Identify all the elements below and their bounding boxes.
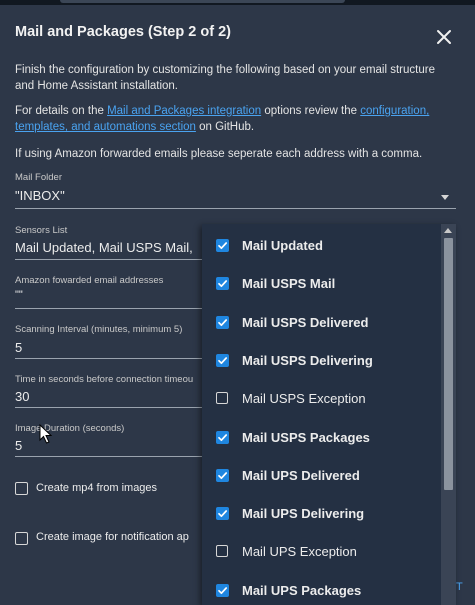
create-mp4-checkbox[interactable] <box>15 482 28 495</box>
scanning-interval-input[interactable]: 5 <box>15 340 201 355</box>
sensor-option-label: Mail USPS Delivered <box>242 314 369 330</box>
sensor-option[interactable]: Mail UPS Delivered <box>202 458 440 496</box>
sensor-option[interactable]: Mail USPS Delivered <box>202 305 440 343</box>
details-middle: options review the <box>261 105 361 117</box>
checkbox-checked-icon[interactable] <box>216 315 229 329</box>
chevron-down-icon[interactable] <box>441 195 449 200</box>
amazon-addresses-input[interactable]: "" <box>15 289 201 301</box>
sensors-list-label: Sensors List <box>15 225 68 236</box>
sensor-option-label: Mail Updated <box>242 238 323 253</box>
checkbox-checked-icon[interactable] <box>216 468 229 482</box>
checkbox-unchecked-icon[interactable] <box>216 392 228 405</box>
scanning-interval-label: Scanning Interval (minutes, minimum 5) <box>15 324 183 335</box>
dialog-title: Mail and Packages (Step 2 of 2) <box>15 24 231 40</box>
scanning-interval-underline <box>15 358 202 359</box>
sensor-option-label: Mail UPS Delivering <box>242 506 365 522</box>
sensor-option[interactable]: Mail USPS Mail <box>202 266 440 304</box>
sensor-option[interactable]: Mail UPS Packages <box>202 573 440 605</box>
checkbox-checked-icon[interactable] <box>216 353 229 367</box>
sensors-list-underline <box>15 259 202 260</box>
close-icon <box>437 30 451 44</box>
close-button[interactable] <box>432 25 456 49</box>
sensor-option[interactable]: Mail USPS Delivering <box>202 343 440 381</box>
amazon-addresses-underline <box>15 308 202 309</box>
checkbox-checked-icon[interactable] <box>216 507 229 521</box>
scroll-up-arrow-icon[interactable] <box>444 228 452 233</box>
sensor-option-label: Mail USPS Delivering <box>242 352 373 368</box>
create-image-notification-checkbox[interactable] <box>15 532 28 545</box>
checkbox-checked-icon[interactable] <box>216 583 229 597</box>
checkbox-unchecked-icon[interactable] <box>216 545 228 558</box>
sensor-option[interactable]: Mail USPS Packages <box>202 420 440 458</box>
sensor-option-label: Mail UPS Delivered <box>242 467 360 483</box>
scrollbar-thumb[interactable] <box>444 238 453 490</box>
details-prefix: For details on the <box>15 105 108 117</box>
image-duration-underline <box>15 456 202 457</box>
mail-folder-label: Mail Folder <box>15 172 62 183</box>
sensor-option[interactable]: Mail UPS Delivering <box>202 496 440 534</box>
checkbox-checked-icon[interactable] <box>216 430 229 444</box>
sensor-option-label: Mail USPS Packages <box>242 429 370 445</box>
amazon-addresses-label: Amazon fowarded email addresses <box>15 275 164 286</box>
checkbox-checked-icon[interactable] <box>216 277 229 291</box>
sensor-option[interactable]: Mail UPS Exception <box>202 534 440 572</box>
mail-folder-underline <box>15 208 456 209</box>
dropdown-scrollbar[interactable] <box>441 224 456 605</box>
mail-folder-select[interactable]: "INBOX" <box>15 188 415 203</box>
submit-button-fragment[interactable]: T <box>456 581 463 593</box>
sensors-list-select[interactable]: Mail Updated, Mail USPS Mail, <box>15 240 201 255</box>
sensor-option-label: Mail UPS Exception <box>242 544 357 560</box>
sensor-option[interactable]: Mail USPS Exception <box>202 381 440 419</box>
sensor-option-label: Mail UPS Packages <box>242 582 362 598</box>
create-image-notification-label: Create image for notification ap <box>36 531 189 543</box>
checkbox-checked-icon[interactable] <box>216 239 229 252</box>
connection-timeout-label: Time in seconds before connection timeou <box>15 374 194 385</box>
intro-text: Finish the configuration by customizing … <box>15 64 435 92</box>
sensor-option[interactable]: Mail Updated <box>202 228 440 266</box>
create-mp4-label: Create mp4 from images <box>36 482 158 494</box>
details-text: For details on the Mail and Packages int… <box>15 103 455 135</box>
top-strip-segment <box>60 0 345 3</box>
sensor-option-label: Mail USPS Mail <box>242 276 336 292</box>
integration-link[interactable]: Mail and Packages integration <box>107 105 261 117</box>
image-duration-label: Image Duration (seconds) <box>15 423 125 434</box>
mouse-cursor-icon <box>39 424 53 444</box>
connection-timeout-underline <box>15 407 202 408</box>
sensors-dropdown-menu: Mail Updated Mail USPS Mail Mail USPS Deli… <box>202 224 456 605</box>
sensor-option-label: Mail USPS Exception <box>242 391 366 407</box>
details-suffix: on GitHub. <box>195 121 255 133</box>
amazon-note: If using Amazon forwarded emails please … <box>15 148 423 160</box>
connection-timeout-input[interactable]: 30 <box>15 389 201 404</box>
